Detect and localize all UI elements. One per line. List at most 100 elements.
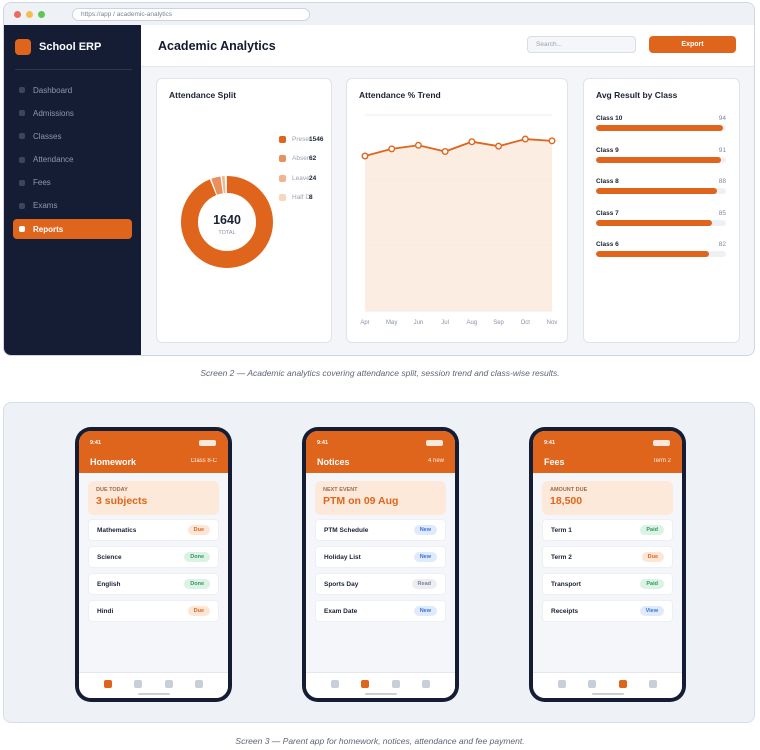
result-value: 94 — [718, 115, 726, 122]
attendance-trend-card: Attendance % Trend Apr May Jun Jul Aug Sep Oct… — [346, 78, 568, 343]
result-bar-track — [596, 125, 726, 131]
tab-4-icon[interactable] — [648, 679, 657, 688]
brand-name: School ERP — [39, 41, 102, 53]
tab-3-icon[interactable] — [618, 679, 627, 688]
tab-1-icon[interactable] — [331, 679, 340, 688]
result-bar-track — [596, 156, 726, 163]
legend-label: Leave — [292, 174, 310, 182]
result-row-header: Class 10 94 — [596, 115, 726, 122]
tab-4-icon[interactable] — [421, 679, 430, 688]
hero-value: 3 subjects — [96, 495, 148, 507]
nav-dot-icon — [19, 110, 25, 117]
tab-2-icon[interactable] — [134, 679, 143, 688]
list-item[interactable]: Science Done — [88, 546, 219, 568]
legend-swatch — [279, 136, 286, 144]
tab-bar — [533, 672, 682, 698]
home-indicator — [364, 693, 397, 695]
status-badge: Done — [184, 579, 210, 589]
sidebar-item-label: Dashboard — [33, 85, 73, 95]
sidebar-item-fees[interactable]: Fees — [13, 173, 132, 193]
close-window-dot[interactable] — [14, 10, 21, 18]
phone-screen: 9:41 Notices 4 new NEXT EVENT PTM on 09 Aug P… — [306, 431, 455, 698]
phone-header: 9:41 Notices 4 new — [306, 431, 455, 473]
topbar: Academic Analytics Search... Export — [141, 25, 754, 67]
list-item-label: Exam Date — [324, 607, 358, 615]
battery-icon — [653, 440, 670, 446]
x-tick-label: Aug — [467, 320, 478, 326]
sidebar-item-admissions[interactable]: Admissions — [13, 103, 132, 123]
list-item-label: Science — [97, 553, 122, 561]
list-item[interactable]: Term 1 Paid — [542, 519, 673, 541]
list-item[interactable]: Term 2 Due — [542, 546, 673, 568]
status-time: 9:41 — [317, 440, 329, 446]
sidebar-item-classes[interactable]: Classes — [13, 126, 132, 146]
tab-1-icon[interactable] — [558, 679, 567, 688]
tab-2-icon[interactable] — [361, 679, 370, 688]
sidebar-item-label: Reports — [33, 224, 64, 234]
list-item[interactable]: Mathematics Due — [88, 519, 219, 541]
search-input[interactable]: Search... — [527, 36, 636, 53]
sidebar-item-dashboard[interactable]: Dashboard — [13, 80, 132, 100]
list-item[interactable]: Exam Date New — [315, 600, 446, 622]
address-bar[interactable]: https://app / academic-analytics — [72, 7, 310, 21]
hero-label: DUE TODAY — [96, 487, 128, 493]
status-badge: Done — [184, 552, 210, 562]
tab-3-icon[interactable] — [164, 679, 173, 688]
list-item[interactable]: Sports Day Read — [315, 573, 446, 595]
result-row-class-8: Class 8 88 — [596, 178, 726, 194]
list-item[interactable]: English Done — [88, 573, 219, 595]
result-row-class-10: Class 10 94 — [596, 115, 726, 131]
result-row-class-6: Class 6 82 — [596, 241, 726, 257]
x-tick-label: Jul — [441, 320, 449, 326]
tab-1-icon[interactable] — [104, 679, 113, 688]
legend-label: Absent — [292, 155, 310, 163]
screen2-caption: Screen 2 — Academic analytics covering a… — [200, 368, 560, 378]
trend-point-jun — [414, 141, 422, 149]
nav-dot-icon — [19, 179, 25, 186]
maximize-window-dot[interactable] — [38, 10, 45, 18]
legend-item: Present1546 — [279, 130, 323, 149]
legend-item: Leave 24 — [279, 169, 323, 188]
list-item[interactable]: Hindi Due — [88, 600, 219, 622]
list-item-label: Holiday List — [324, 553, 361, 561]
hero-label: NEXT EVENT — [323, 487, 358, 493]
legend-swatch — [279, 155, 286, 163]
phone-subtitle: Class 8-C — [190, 458, 217, 464]
result-value: 85 — [718, 209, 726, 217]
sidebar-item-label: Classes — [33, 131, 62, 141]
status-badge: New — [413, 606, 437, 616]
export-button[interactable]: Export — [649, 36, 736, 53]
sidebar-item-exams[interactable]: Exams — [13, 196, 132, 216]
attendance-trend-chart: Apr May Jun Jul Aug Sep Oct Nov — [360, 114, 557, 326]
tab-3-icon[interactable] — [391, 679, 400, 688]
result-bar-track — [596, 251, 726, 257]
brand: School ERP — [15, 39, 132, 70]
result-row-header: Class 9 91 — [596, 147, 726, 154]
result-bar — [596, 156, 721, 163]
list-item[interactable]: Receipts View — [542, 600, 673, 622]
result-row-header: Class 7 85 — [596, 210, 726, 217]
list-item-label: Hindi — [97, 607, 114, 615]
sidebar-item-attendance[interactable]: Attendance — [13, 150, 132, 170]
phone-subtitle: Term 2 — [652, 458, 671, 464]
list-item-label: Sports Day — [324, 580, 359, 588]
hero-value: 18,500 — [550, 495, 583, 507]
list-item[interactable]: PTM Schedule New — [315, 519, 446, 541]
x-tick-label: May — [386, 320, 397, 326]
battery-icon — [199, 440, 216, 446]
minimize-window-dot[interactable] — [26, 10, 33, 18]
status-badge: Read — [411, 579, 437, 589]
phone-notices: 9:41 Notices 4 new NEXT EVENT PTM on 09 Aug P… — [302, 427, 459, 702]
sidebar-item-reports[interactable]: Reports — [13, 219, 132, 240]
result-row-header: Class 6 82 — [596, 241, 726, 248]
tab-2-icon[interactable] — [588, 679, 597, 688]
legend-value: 8 — [309, 194, 313, 202]
tab-4-icon[interactable] — [194, 679, 203, 688]
avg-result-card: Avg Result by Class Class 10 94 Class 9 91 C… — [583, 78, 740, 343]
list-item[interactable]: Transport Paid — [542, 573, 673, 595]
trend-point-sep — [495, 142, 503, 150]
list-item-label: Transport — [551, 580, 581, 588]
result-bar — [596, 251, 710, 257]
result-row-header: Class 8 88 — [596, 178, 726, 185]
list-item[interactable]: Holiday List New — [315, 546, 446, 568]
